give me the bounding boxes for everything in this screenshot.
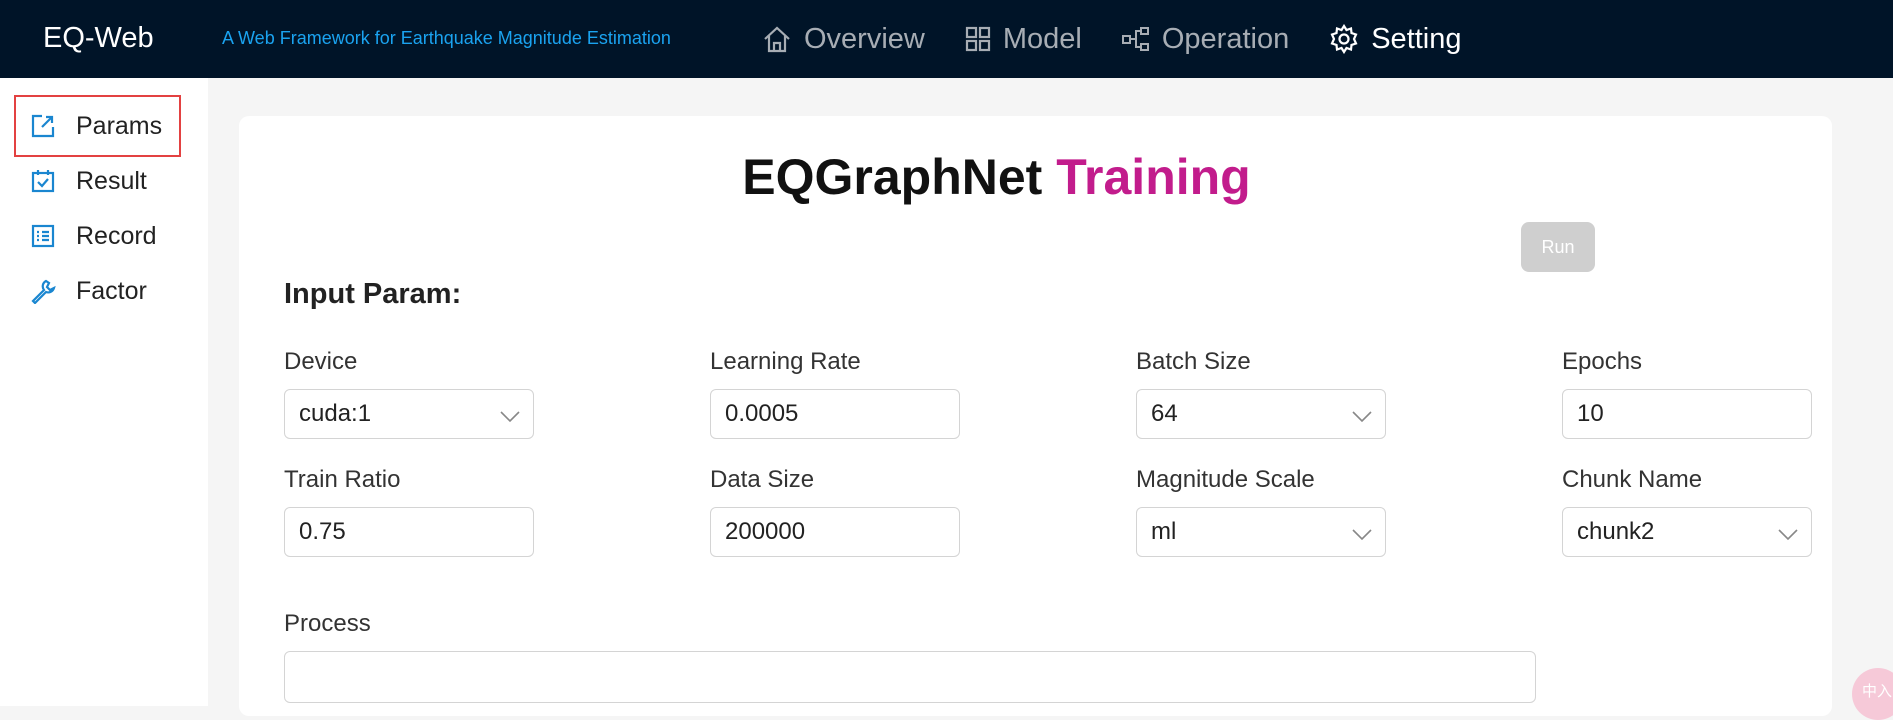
train-ratio-label: Train Ratio [284,466,401,493]
epochs-field: Epochs 10 [1562,344,1812,439]
sidebar-item-factor[interactable]: Factor [16,261,180,321]
data-size-field: Data Size 200000 [710,462,960,557]
nav-operation[interactable]: Operation [1121,18,1290,60]
nav-setting-label: Setting [1371,22,1462,55]
train-ratio-input[interactable]: 0.75 [284,507,534,557]
learning-rate-value: 0.0005 [725,400,799,427]
sidebar: Params Result Record Factor [0,78,208,706]
page-title-accent: Training [1056,149,1251,205]
chevron-down-icon [1352,411,1372,423]
epochs-input[interactable]: 10 [1562,389,1812,439]
magnitude-scale-field: Magnitude Scale ml [1136,462,1386,557]
chunk-name-value: chunk2 [1577,518,1655,545]
batch-size-field: Batch Size 64 [1136,344,1386,439]
epochs-value: 10 [1577,400,1604,427]
flow-icon [1121,27,1149,51]
nav-overview-label: Overview [804,22,925,55]
app-subtitle: A Web Framework for Earthquake Magnitude… [222,28,671,48]
sidebar-item-factor-label: Factor [76,276,147,305]
sidebar-item-record[interactable]: Record [16,206,180,266]
data-size-input[interactable]: 200000 [710,507,960,557]
chevron-down-icon [1778,529,1798,541]
data-size-label: Data Size [710,466,815,493]
epochs-label: Epochs [1562,348,1643,375]
nav-model-label: Model [1002,22,1082,55]
gear-icon [1330,24,1358,54]
chevron-down-icon [500,411,520,423]
data-size-value: 200000 [725,518,806,545]
magnitude-scale-select[interactable]: ml [1136,507,1386,557]
chunk-name-select[interactable]: chunk2 [1562,507,1812,557]
main-nav: Overview Model Operation Setting [762,18,1502,60]
process-field: Process [284,606,1536,703]
sidebar-item-params-label: Params [76,111,163,140]
calendar-check-icon [31,170,55,193]
batch-size-select[interactable]: 64 [1136,389,1386,439]
sidebar-item-result[interactable]: Result [16,151,180,211]
learning-rate-field: Learning Rate 0.0005 [710,344,960,439]
process-label: Process [284,610,371,637]
device-field: Device cuda:1 [284,344,534,439]
batch-size-value: 64 [1151,400,1178,427]
train-ratio-value: 0.75 [299,518,346,545]
grid-icon [965,26,990,52]
list-icon [31,224,55,248]
edit-icon [31,114,55,138]
process-output[interactable] [284,651,1536,703]
top-navigation-bar: EQ-Web A Web Framework for Earthquake Ma… [0,0,1893,78]
magnitude-scale-label: Magnitude Scale [1136,466,1315,493]
chunk-name-field: Chunk Name chunk2 [1562,462,1812,557]
app-brand[interactable]: EQ-Web [43,22,154,55]
home-icon [764,26,790,53]
run-button[interactable]: Run [1521,222,1595,272]
sidebar-item-params[interactable]: Params [14,95,181,157]
chevron-down-icon [1352,529,1372,541]
learning-rate-label: Learning Rate [710,348,861,375]
section-title: Input Param: [284,278,462,310]
sidebar-item-result-label: Result [76,166,147,195]
train-ratio-field: Train Ratio 0.75 [284,462,534,557]
device-label: Device [284,348,358,375]
learning-rate-input[interactable]: 0.0005 [710,389,960,439]
nav-overview[interactable]: Overview [762,18,925,60]
nav-operation-label: Operation [1161,22,1290,55]
sidebar-item-record-label: Record [76,221,157,250]
device-select[interactable]: cuda:1 [284,389,534,439]
device-value: cuda:1 [299,400,372,427]
page-title-main: EQGraphNet [742,149,1043,205]
batch-size-label: Batch Size [1136,348,1251,375]
training-card: EQGraphNet Training Run Input Param: Dev… [239,116,1832,716]
wrench-icon [31,279,56,304]
floating-assistant-badge[interactable]: 中入 [1852,668,1893,720]
page-title: EQGraphNet Training [239,148,1754,206]
nav-setting[interactable]: Setting [1329,18,1462,60]
nav-model[interactable]: Model [965,18,1082,60]
magnitude-scale-value: ml [1151,518,1177,545]
chunk-name-label: Chunk Name [1562,466,1703,493]
